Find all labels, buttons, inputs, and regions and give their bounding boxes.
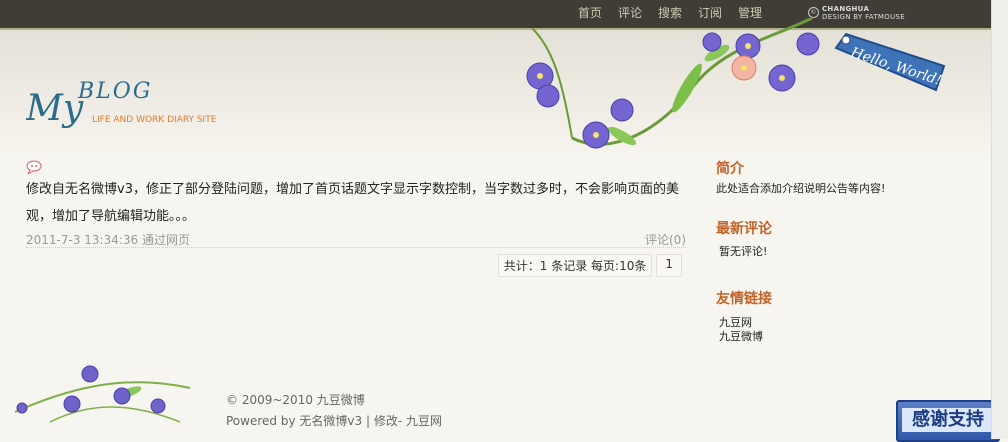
footer-modified-link[interactable]: 修改- 九豆网 [374, 414, 442, 428]
post-comments-link[interactable]: 评论(0) [645, 231, 686, 248]
logo-tagline: LIFE AND WORK DIARY SITE [92, 115, 217, 125]
credit-line-2: DESIGN BY FATMOUSE [822, 13, 905, 21]
thanks-support-label: 感谢支持 [902, 408, 994, 432]
post-via: 通过网页 [142, 233, 191, 247]
site-logo[interactable]: My BLOG LIFE AND WORK DIARY SITE [26, 76, 286, 136]
flower-vine-decoration [526, 18, 820, 149]
logo-my: My [26, 88, 84, 129]
credit-line-1: CHANGHUA [822, 5, 870, 13]
thanks-support-button[interactable]: 感谢支持 [896, 400, 1000, 442]
intro-title: 简介 [716, 161, 744, 177]
intro-block: 简介 此处适合添加介绍说明公告等内容! [716, 158, 885, 196]
speech-bubble-icon [26, 160, 42, 174]
footer: © 2009~2010 九豆微博 Powered by 无名微博v3 | 修改-… [226, 390, 442, 432]
logo-blog: BLOG [77, 79, 152, 104]
post-meta: 2011-7-3 13:34:36 通过网页 评论(0) [26, 229, 686, 248]
top-bar: 首页 评论 搜索 订阅 管理 © CHANGHUA DESIGN BY FATM… [0, 0, 992, 30]
footer-separator: | [365, 414, 371, 428]
post-content: 修改自无名微博v3，修正了部分登陆问题，增加了首页话题文字显示字数控制，当字数过… [26, 182, 679, 224]
friend-links-block: 友情链接 九豆网 九豆微博 [716, 288, 772, 344]
footer-powered-prefix: Powered by [226, 414, 296, 428]
footer-powered-link[interactable]: 无名微博v3 [299, 414, 362, 428]
copyright-icon: © [808, 7, 819, 18]
page-scrollbar[interactable] [991, 0, 1008, 439]
page-link-1[interactable]: 1 [656, 254, 682, 277]
recent-comments-title: 最新评论 [716, 221, 772, 237]
intro-text: 此处适合添加介绍说明公告等内容! [716, 182, 886, 195]
pagination: 共计：1 条记录 每页:10条 1 [497, 254, 682, 277]
recent-comments-block: 最新评论 暂无评论! [716, 218, 772, 259]
design-credit: © CHANGHUA DESIGN BY FATMOUSE [808, 5, 905, 21]
friend-links-title: 友情链接 [716, 291, 772, 307]
footer-copyright: © 2009~2010 九豆微博 [226, 393, 365, 407]
friend-link-jiudou-weibo[interactable]: 九豆微博 [719, 330, 772, 344]
footer-flower-decoration [14, 365, 191, 423]
pagination-summary: 共计：1 条记录 每页:10条 [497, 254, 653, 277]
friend-link-jiudou[interactable]: 九豆网 [719, 316, 772, 330]
recent-comments-text: 暂无评论! [719, 245, 768, 258]
post-date: 2011-7-3 13:34:36 [26, 233, 139, 247]
friend-links-list: 九豆网 九豆微博 [719, 316, 772, 344]
post-date-line: 2011-7-3 13:34:36 通过网页 [26, 231, 190, 248]
footer-powered-line: Powered by 无名微博v3 | 修改- 九豆网 [226, 411, 442, 432]
hello-world-tag: Hello, World! [834, 32, 946, 92]
